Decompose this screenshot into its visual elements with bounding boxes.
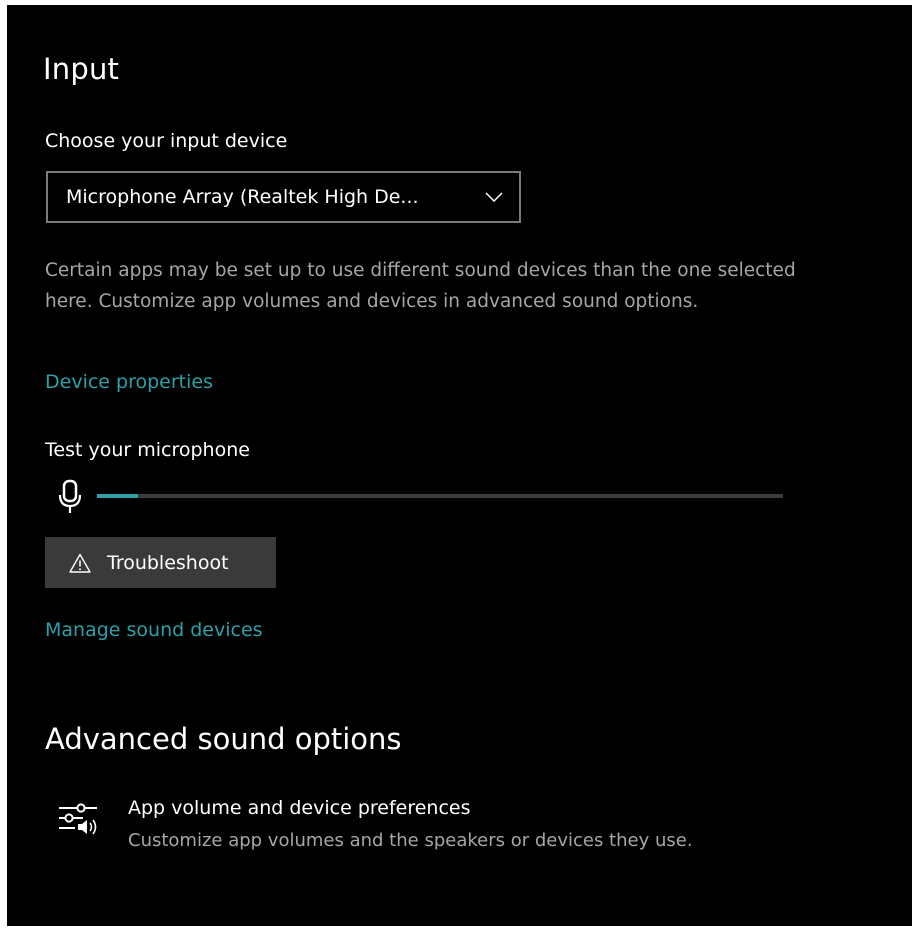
troubleshoot-button-label: Troubleshoot [107,551,229,574]
choose-input-device-label: Choose your input device [45,130,288,152]
microphone-level-fill [97,494,139,498]
input-device-help-text: Certain apps may be set up to use differ… [45,260,796,312]
app-volume-preferences-item[interactable]: App volume and device preferences Custom… [57,795,817,865]
input-device-selected-value: Microphone Array (Realtek High De... [66,186,419,208]
device-properties-link[interactable]: Device properties [45,371,213,393]
input-device-dropdown[interactable]: Microphone Array (Realtek High De... [46,171,521,223]
manage-sound-devices-link[interactable]: Manage sound devices [45,619,263,641]
app-volume-preferences-description: Customize app volumes and the speakers o… [128,830,693,851]
input-section-title: Input [43,52,120,86]
microphone-level-meter [97,494,783,498]
equalizer-speaker-icon [57,799,101,839]
warning-icon [69,552,91,574]
chevron-down-icon [483,186,505,208]
advanced-sound-options-title: Advanced sound options [45,722,402,756]
app-volume-preferences-title: App volume and device preferences [128,797,471,819]
troubleshoot-button[interactable]: Troubleshoot [45,537,276,588]
test-microphone-label: Test your microphone [45,439,250,461]
microphone-icon [57,479,83,515]
sound-settings-panel: Input Choose your input device Microphon… [7,5,912,926]
